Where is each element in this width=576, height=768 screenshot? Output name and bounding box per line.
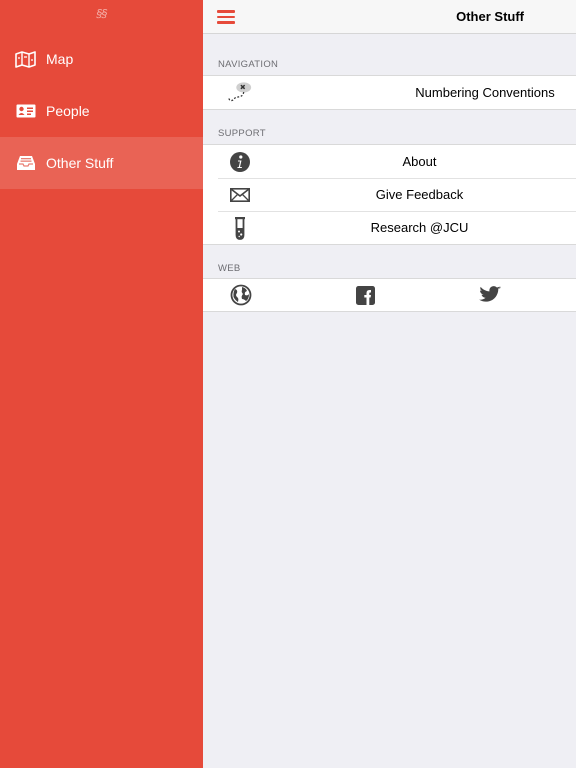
row-label: Numbering Conventions — [415, 85, 555, 100]
navigation-bar: Other Stuff — [203, 0, 576, 34]
twitter-icon[interactable] — [479, 284, 501, 306]
web-links-row — [203, 279, 576, 311]
treasure-map-icon — [227, 81, 253, 105]
sidebar-item-map[interactable]: Map — [0, 33, 203, 85]
hamburger-icon[interactable] — [217, 10, 235, 24]
row-label: Give Feedback — [375, 187, 464, 202]
sidebar-item-label: Other Stuff — [46, 155, 114, 171]
give-feedback-row[interactable]: Give Feedback — [203, 178, 576, 211]
envelope-icon — [227, 183, 253, 207]
sidebar-logo: §§ — [96, 8, 107, 20]
main-content: Other Stuff NAVIGATION Numbering Convent… — [203, 0, 576, 768]
support-group: About Give Feedback Research @JCU — [203, 144, 576, 245]
section-header-navigation: NAVIGATION — [218, 59, 279, 70]
navigation-group: Numbering Conventions — [203, 75, 576, 110]
id-card-icon — [15, 102, 36, 120]
facebook-icon[interactable] — [354, 284, 376, 306]
row-label: Research @JCU — [370, 220, 469, 235]
sidebar: §§ Map People Other Stuff — [0, 0, 203, 768]
sidebar-item-people[interactable]: People — [0, 85, 203, 137]
map-icon — [15, 50, 36, 68]
globe-icon[interactable] — [230, 284, 252, 306]
test-tube-icon — [227, 216, 253, 240]
page-title: Other Stuff — [456, 9, 524, 24]
sidebar-item-label: Map — [46, 51, 74, 67]
numbering-conventions-row[interactable]: Numbering Conventions — [203, 76, 576, 109]
info-icon — [227, 150, 253, 174]
row-label: About — [402, 154, 437, 169]
section-header-support: SUPPORT — [218, 128, 266, 139]
web-group — [203, 278, 576, 312]
inbox-tray-icon — [15, 154, 36, 172]
section-header-web: WEB — [218, 263, 241, 274]
sidebar-item-label: People — [46, 103, 90, 119]
research-jcu-row[interactable]: Research @JCU — [203, 211, 576, 244]
sidebar-item-other-stuff[interactable]: Other Stuff — [0, 137, 203, 189]
about-row[interactable]: About — [203, 145, 576, 178]
